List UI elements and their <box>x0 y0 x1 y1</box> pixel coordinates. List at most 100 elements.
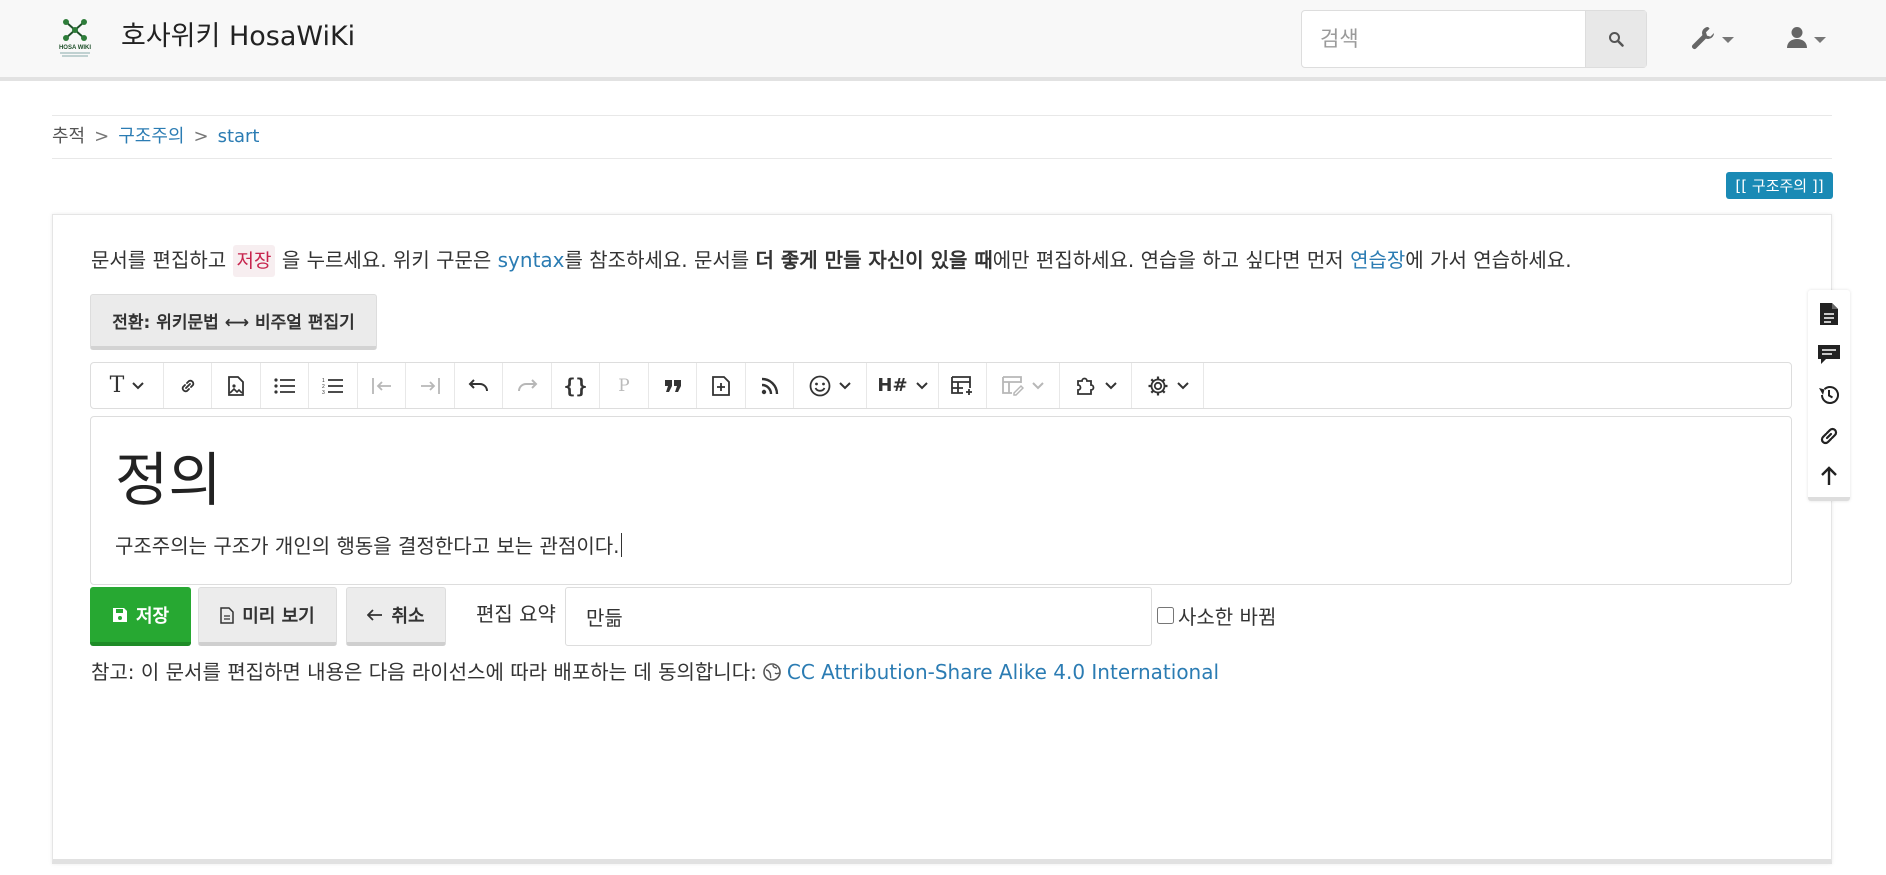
site-logo[interactable]: HOSA WIKI <box>52 14 98 60</box>
minor-edit-toggle[interactable] <box>1157 607 1174 624</box>
search-button[interactable] <box>1585 11 1646 67</box>
numbered-list-button[interactable]: 123 <box>309 363 358 408</box>
document-icon <box>220 606 234 624</box>
intro-text: 에 가서 연습하세요. <box>1405 248 1572 272</box>
site-title[interactable]: 호사위키 HosaWiKi <box>121 18 355 56</box>
bullet-list-button[interactable] <box>261 363 309 408</box>
chevron-down-icon <box>839 381 851 389</box>
indent-button[interactable] <box>406 363 455 408</box>
user-icon <box>1787 27 1807 48</box>
save-keyword: 저장 <box>232 245 276 277</box>
sandbox-link[interactable]: 연습장 <box>1350 248 1405 272</box>
chevron-down-icon <box>1032 381 1044 389</box>
editor-heading[interactable]: 정의 <box>115 447 222 513</box>
table-icon <box>950 375 972 395</box>
breadcrumb-link[interactable]: 구조주의 <box>118 126 184 147</box>
search-input[interactable] <box>1302 11 1587 67</box>
comments-icon <box>1818 345 1840 364</box>
undo-icon <box>468 378 488 391</box>
svg-text:3: 3 <box>322 390 325 395</box>
intro-text: 문서를 편집하고 <box>91 248 233 272</box>
text-cursor <box>620 533 622 557</box>
indent-icon <box>421 377 440 394</box>
outdent-button[interactable] <box>358 363 406 408</box>
preview-button[interactable]: 미리 보기 <box>198 587 337 646</box>
page-id-badge[interactable]: [[ 구조주의 ]] <box>1726 172 1833 199</box>
heading-dropdown[interactable]: H# <box>867 363 939 408</box>
emoji-dropdown[interactable] <box>794 363 867 408</box>
switch-editor-button[interactable]: 전환: 위키문법 ⟷ 비주얼 편집기 <box>90 294 377 350</box>
revisions-button[interactable] <box>1808 375 1850 415</box>
backlinks-button[interactable] <box>1808 416 1850 456</box>
save-button[interactable]: 저장 <box>90 587 191 646</box>
table-edit-dropdown[interactable] <box>987 363 1060 408</box>
edit-summary-input[interactable] <box>565 587 1152 646</box>
chevron-down-icon <box>1176 381 1189 389</box>
save-button-label: 저장 <box>135 605 170 627</box>
bullet-list-icon <box>273 377 295 394</box>
license-link[interactable]: CC Attribution-Share Alike 4.0 Internati… <box>787 656 1219 688</box>
chevron-down-icon <box>1722 37 1734 43</box>
settings-dropdown[interactable] <box>1132 363 1204 408</box>
breadcrumb-label: 추적 <box>52 126 86 147</box>
svg-text:HOSA WIKI: HOSA WIKI <box>59 45 91 51</box>
image-button[interactable] <box>212 363 261 408</box>
visual-editor[interactable]: 정의 구조주의는 구조가 개인의 행동을 결정한다고 보는 관점이다. <box>90 416 1792 585</box>
image-icon <box>228 375 244 396</box>
redo-icon <box>518 378 538 391</box>
breadcrumb-link[interactable]: start <box>218 126 260 147</box>
minor-edit-checkbox[interactable]: 사소한 바뀜 <box>1157 601 1276 630</box>
page-tools-bar <box>1808 290 1850 501</box>
chevron-down-icon <box>132 381 145 389</box>
cancel-button-label: 취소 <box>391 606 425 627</box>
code-button[interactable]: {} <box>552 363 600 408</box>
cancel-button[interactable]: 취소 <box>346 587 446 646</box>
user-menu[interactable] <box>1786 20 1840 56</box>
undo-button[interactable] <box>455 363 503 408</box>
breadcrumb: 추적 > 구조주의 > start <box>52 126 260 147</box>
rss-button[interactable] <box>746 363 794 408</box>
table-edit-icon <box>1002 375 1024 396</box>
page-icon <box>1820 303 1838 325</box>
emoji-icon <box>809 375 831 396</box>
backlinks-icon <box>1820 427 1838 445</box>
plugins-dropdown[interactable] <box>1060 363 1132 408</box>
search-box <box>1301 10 1647 68</box>
gear-icon <box>1148 376 1167 395</box>
intro-bold-text: 더 좋게 만들 자신이 있을 때 <box>755 248 993 272</box>
history-icon <box>1819 386 1839 404</box>
back-to-top-button[interactable] <box>1808 456 1850 496</box>
chevron-down-icon <box>915 381 928 389</box>
outdent-icon <box>371 377 391 394</box>
show-page-button[interactable] <box>1808 294 1850 334</box>
link-button[interactable] <box>164 363 212 408</box>
wrench-icon <box>1692 27 1714 50</box>
discussion-button[interactable] <box>1808 335 1850 375</box>
quote-icon <box>664 379 681 392</box>
save-icon <box>112 607 127 622</box>
divider <box>52 158 1832 159</box>
license-text: 참고: 이 문서를 편집하면 내용은 다음 라이선스에 따라 배포하는 데 동의… <box>91 660 757 684</box>
code-icon: {} <box>563 373 588 398</box>
table-button[interactable] <box>939 363 987 408</box>
divider <box>52 115 1832 116</box>
redo-button[interactable] <box>503 363 552 408</box>
blockquote-button[interactable] <box>649 363 697 408</box>
search-icon <box>1609 32 1624 47</box>
minor-edit-label: 사소한 바뀜 <box>1178 605 1277 629</box>
puzzle-icon <box>1076 377 1094 395</box>
preview-button-label: 미리 보기 <box>242 606 315 627</box>
chevron-down-icon <box>1104 381 1117 389</box>
editor-paragraph[interactable]: 구조주의는 구조가 개인의 행동을 결정한다고 보는 관점이다. <box>115 531 622 561</box>
tools-menu[interactable] <box>1690 20 1744 56</box>
paragraph-button[interactable]: P <box>600 363 649 408</box>
insert-block-button[interactable] <box>697 363 746 408</box>
intro-text: 을 누르세요. 위키 구문은 <box>275 248 498 272</box>
editor-body-text: 구조주의는 구조가 개인의 행동을 결정한다고 보는 관점이다. <box>115 534 620 558</box>
syntax-link[interactable]: syntax <box>498 248 565 272</box>
paragraph-icon: P <box>618 375 630 396</box>
edit-intro: 문서를 편집하고 저장 을 누르세요. 위키 구문은 syntax를 참조하세요… <box>91 244 1572 277</box>
link-icon <box>181 379 194 392</box>
cc-license-icon <box>763 663 781 681</box>
text-style-dropdown[interactable]: T <box>91 363 164 408</box>
